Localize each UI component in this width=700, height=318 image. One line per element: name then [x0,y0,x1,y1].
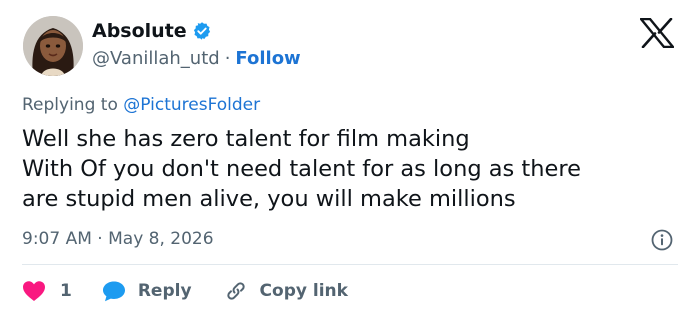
verified-badge-icon [193,22,210,40]
tweet-line: Well she has zero talent for film making [22,126,470,152]
separator-dot: · [97,229,103,249]
avatar-illustration [23,16,83,76]
follow-button[interactable]: Follow [235,48,300,69]
copy-link-label: Copy link [259,281,348,301]
author-display-name[interactable]: Absolute [92,20,212,42]
tweet-text: Well she has zero talent for film making… [22,124,682,214]
tweet-date: May 8, 2026 [108,229,214,249]
info-icon[interactable] [651,229,673,251]
replying-to-label: Replying to [22,95,124,115]
reply-button[interactable]: Reply [102,280,192,302]
heart-icon [23,281,45,301]
tweet-actions: 1 Reply Copy link [22,278,348,304]
tweet-timestamp[interactable]: 9:07 AM · May 8, 2026 [22,229,214,249]
avatar[interactable] [23,16,83,76]
tweet-line: With Of you don't need talent for as lon… [22,156,581,182]
separator-dot: · [224,48,231,69]
author-handle-row: @Vanillah_utd · Follow [92,48,301,69]
reply-label: Reply [137,281,192,301]
x-logo-icon[interactable] [640,18,674,48]
link-icon [226,282,245,300]
copy-link-button[interactable]: Copy link [224,279,348,303]
tweet-line: are stupid men alive, you will make mill… [22,186,516,212]
speech-bubble-icon [102,281,125,302]
display-name-text: Absolute [92,20,187,42]
replying-to-mention[interactable]: @PicturesFolder [123,95,260,115]
divider [22,264,678,265]
replying-to: Replying to @PicturesFolder [22,95,260,115]
author-handle[interactable]: @Vanillah_utd [92,48,220,69]
like-button[interactable]: 1 [22,280,72,302]
likes-count: 1 [60,281,72,301]
tweet-time: 9:07 AM [22,229,92,249]
